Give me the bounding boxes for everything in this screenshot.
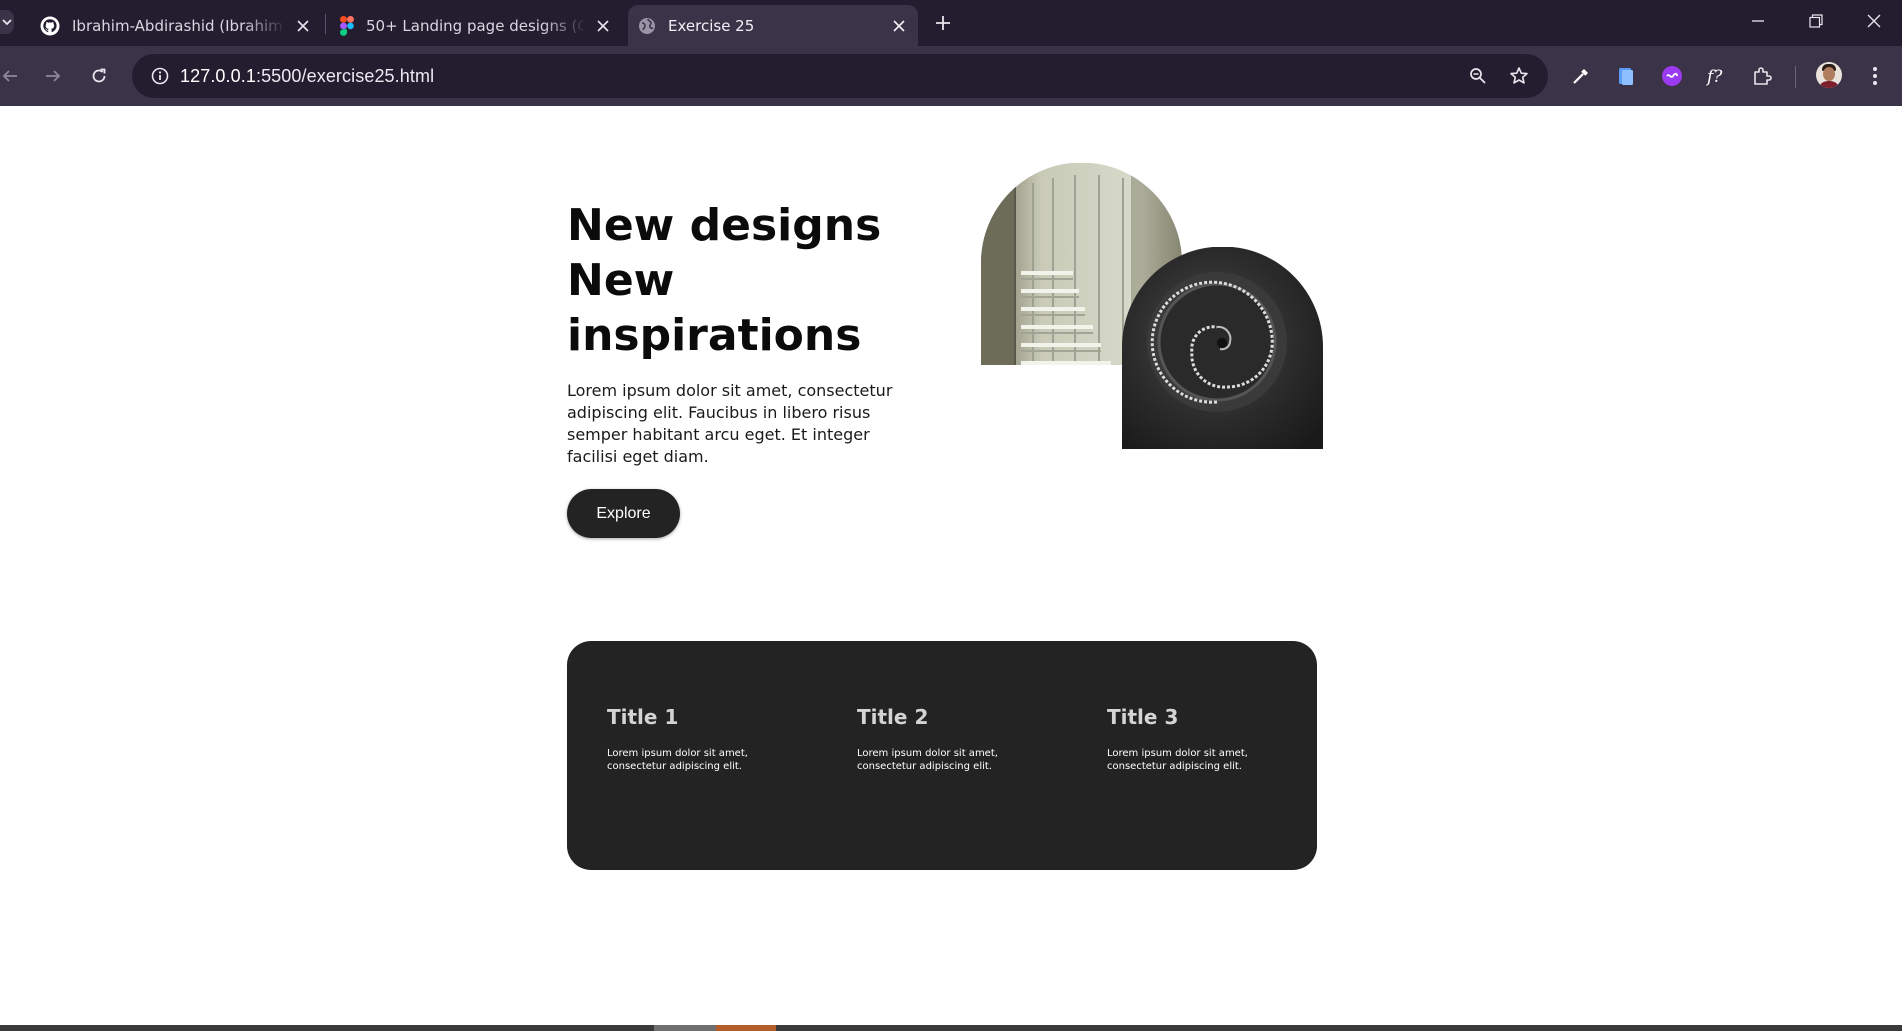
hero-title: New designs New inspirations [567, 198, 927, 363]
tab-figma[interactable]: 50+ Landing page designs (Community) [330, 5, 622, 46]
feature-item-3: Title 3 Lorem ipsum dolor sit amet, cons… [1107, 705, 1307, 773]
hero-title-line-3: inspirations [567, 310, 862, 361]
minimize-button[interactable] [1730, 0, 1786, 42]
feature-title: Title 1 [607, 705, 679, 729]
url-path: :5500/exercise25.html [255, 65, 435, 86]
profile-avatar[interactable] [1816, 62, 1842, 88]
restore-button[interactable] [1788, 0, 1844, 42]
minimize-icon [1752, 20, 1764, 22]
svg-text:f?: f? [1705, 67, 1723, 87]
zoom-icon [1470, 68, 1486, 84]
feature-text: Lorem ipsum dolor sit amet, consectetur … [1107, 748, 1248, 772]
close-icon [1867, 14, 1881, 28]
feature-item-1: Title 1 Lorem ipsum dolor sit amet, cons… [607, 705, 807, 773]
taskbar-item[interactable] [654, 1025, 716, 1031]
url-host: 127.0.0.1 [180, 65, 256, 86]
extension-docs-button[interactable] [1613, 63, 1639, 89]
close-tab-button[interactable] [890, 17, 908, 35]
github-icon [40, 16, 60, 35]
plus-icon [936, 16, 950, 30]
bookmark-star-button[interactable] [1507, 64, 1531, 88]
font-question-icon: f? [1705, 67, 1723, 87]
toolbar-separator [1795, 66, 1796, 88]
hero-title-line-2: New [567, 255, 675, 306]
taskbar-item[interactable] [716, 1025, 776, 1031]
new-tab-button[interactable] [930, 10, 956, 36]
tab-search-button[interactable] [0, 10, 14, 34]
avatar-face [1823, 67, 1835, 81]
forward-button[interactable] [39, 62, 67, 90]
back-button[interactable] [0, 62, 24, 90]
document-icon [1619, 68, 1633, 85]
tab-title: 50+ Landing page designs (Community) [366, 16, 586, 35]
globe-icon [639, 17, 655, 34]
extensions-menu-button[interactable] [1749, 63, 1775, 89]
arrow-left-icon [2, 70, 17, 82]
eyedropper-icon [1573, 69, 1588, 84]
browser-menu-button[interactable] [1862, 63, 1888, 89]
features-card: Title 1 Lorem ipsum dolor sit amet, cons… [567, 641, 1317, 870]
star-icon [1510, 67, 1528, 84]
close-icon [297, 19, 309, 32]
close-window-button[interactable] [1846, 0, 1902, 42]
tab-separator [325, 14, 326, 34]
arrow-right-icon [46, 70, 61, 82]
tab-github[interactable]: Ibrahim-Abdirashid (Ibrahim Abdirashid) [30, 5, 322, 46]
extension-font-button[interactable]: f? [1704, 63, 1730, 89]
hero-description: Lorem ipsum dolor sit amet, consectetur … [567, 381, 893, 466]
close-icon [597, 19, 609, 32]
purple-circle-icon [1662, 66, 1682, 86]
browser-tab-strip: Ibrahim-Abdirashid (Ibrahim Abdirashid) … [0, 0, 1902, 46]
address-bar[interactable]: 127.0.0.1:5500/exercise25.html [132, 54, 1548, 98]
reload-icon [92, 68, 106, 83]
extension-purple-button[interactable] [1659, 63, 1685, 89]
page-viewport: New designs New inspirations Lorem ipsum… [0, 106, 1902, 1025]
info-icon [151, 67, 169, 85]
feature-text: Lorem ipsum dolor sit amet, consectetur … [857, 748, 998, 772]
avatar-shirt [1818, 81, 1840, 88]
chevron-down-icon [2, 19, 12, 26]
feature-item-2: Title 2 Lorem ipsum dolor sit amet, cons… [857, 705, 1057, 773]
reload-button[interactable] [85, 62, 113, 90]
explore-button[interactable]: Explore [567, 489, 680, 538]
browser-toolbar: 127.0.0.1:5500/exercise25.html f? [0, 46, 1902, 106]
close-tab-button[interactable] [294, 17, 312, 35]
site-info-button[interactable] [140, 54, 180, 98]
hero-title-line-1: New designs [567, 200, 882, 251]
extension-eyedropper-button[interactable] [1568, 63, 1594, 89]
figma-icon [340, 15, 354, 36]
taskbar-edge [0, 1025, 1902, 1031]
restore-icon [1809, 14, 1823, 28]
tab-exercise-25[interactable]: Exercise 25 [628, 5, 918, 46]
feature-title: Title 3 [1107, 705, 1179, 729]
feature-text: Lorem ipsum dolor sit amet, consectetur … [607, 748, 748, 772]
zoom-button[interactable] [1466, 64, 1490, 88]
close-icon [893, 19, 905, 32]
tab-title: Exercise 25 [668, 16, 755, 35]
feature-title: Title 2 [857, 705, 929, 729]
puzzle-icon [1754, 67, 1772, 85]
kebab-menu-icon [1873, 67, 1877, 85]
url-text: 127.0.0.1:5500/exercise25.html [180, 66, 434, 87]
close-tab-button[interactable] [594, 17, 612, 35]
spiral-staircase-image [1122, 247, 1323, 449]
tab-title: Ibrahim-Abdirashid (Ibrahim Abdirashid) [72, 16, 286, 35]
